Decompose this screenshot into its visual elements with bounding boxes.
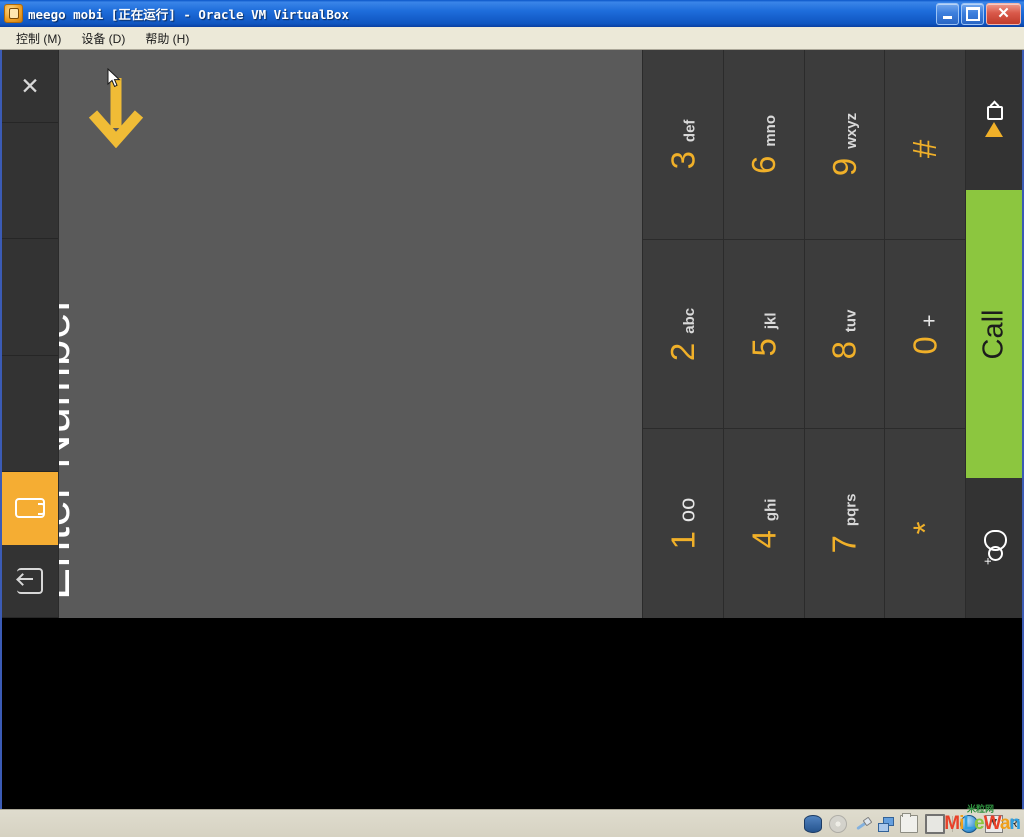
menu-devices[interactable]: 设备 (D)	[71, 28, 135, 49]
key-5[interactable]: 5 jkl	[723, 239, 804, 430]
window-title: meego mobi [正在运行] - Oracle VM VirtualBox	[28, 7, 349, 22]
globe-icon[interactable]	[959, 814, 978, 833]
key-8[interactable]: 8 tuv	[804, 239, 885, 430]
appbar-slot-2[interactable]	[2, 239, 58, 356]
host-key-icon[interactable]	[984, 814, 1003, 833]
key-letters: mno	[762, 114, 780, 147]
call-button-label: Call	[977, 309, 1010, 359]
maximize-icon	[965, 7, 980, 21]
appbar-slot-1[interactable]	[2, 123, 58, 240]
action-column: Call +	[965, 50, 1022, 618]
dialpad: 3 def 2 abc 1 oo 6 mno 5 jkl 4 ghi 9 wxy…	[642, 50, 965, 618]
key-letters: oo	[674, 497, 700, 523]
key-digit: 8	[825, 340, 863, 359]
key-letters: tuv	[842, 309, 860, 332]
host-key-label: Ri	[1009, 817, 1020, 830]
key-letters: pqrs	[842, 493, 860, 527]
number-entry-placeholder: Enter Number	[59, 295, 80, 600]
statusbar-divider	[951, 815, 953, 832]
dialer-icon	[15, 497, 45, 518]
guest-app-bar: ✕	[2, 50, 59, 618]
key-digit: *	[906, 521, 944, 535]
key-letters: def	[681, 119, 699, 142]
statusbar-icons: Ri	[803, 812, 1020, 834]
close-icon: ✕	[997, 4, 1010, 22]
guest-screen: ✕ Enter Number 3 def 2 abc 1 oo 6 mno 5 …	[2, 50, 1022, 618]
back-icon	[17, 567, 43, 594]
key-hash[interactable]: #	[885, 50, 965, 240]
add-contact-icon: +	[980, 530, 1007, 565]
key-letters: +	[916, 313, 942, 327]
video-call-icon	[983, 103, 1005, 137]
key-3[interactable]: 3 def	[643, 50, 723, 240]
key-digit: 5	[745, 337, 783, 357]
dialpad-column-4: # 0 + *	[885, 50, 965, 618]
key-2[interactable]: 2 abc	[643, 239, 723, 430]
add-contact-button[interactable]: +	[966, 478, 1022, 618]
number-entry-field[interactable]: Enter Number	[59, 50, 642, 618]
key-4[interactable]: 4 ghi	[723, 429, 804, 618]
vm-viewport[interactable]: ✕ Enter Number 3 def 2 abc 1 oo 6 mno 5 …	[0, 50, 1024, 809]
dialpad-column-2: 6 mno 5 jkl 4 ghi	[723, 50, 805, 618]
key-digit: 3	[664, 150, 702, 170]
key-letters: jkl	[762, 311, 780, 329]
dialpad-column-1: 3 def 2 abc 1 oo	[643, 50, 724, 618]
vm-statusbar: Ri 米粒网 MiLeWan	[0, 804, 1024, 837]
display-icon[interactable]	[924, 813, 945, 834]
mouse-cursor	[107, 68, 121, 88]
key-digit: 9	[825, 157, 863, 176]
key-digit: #	[906, 139, 944, 159]
key-0[interactable]: 0 +	[885, 239, 965, 430]
key-star[interactable]: *	[885, 429, 965, 618]
hard-disk-icon[interactable]	[803, 814, 822, 833]
window-titlebar[interactable]: meego mobi [正在运行] - Oracle VM VirtualBox…	[0, 0, 1024, 27]
guest-letterbox	[2, 618, 1022, 809]
close-icon: ✕	[20, 72, 40, 99]
network-icon[interactable]	[877, 816, 894, 832]
cd-icon[interactable]	[828, 814, 847, 833]
key-1[interactable]: 1 oo	[643, 429, 723, 618]
minimize-button[interactable]	[936, 3, 959, 25]
video-call-button[interactable]	[966, 50, 1022, 190]
key-digit: 6	[745, 155, 783, 174]
appbar-close[interactable]: ✕	[2, 50, 58, 124]
key-letters: abc	[681, 307, 699, 334]
appbar-slot-3[interactable]	[2, 356, 58, 472]
key-digit: 4	[745, 530, 783, 549]
key-letters: wxyz	[842, 112, 860, 149]
key-6[interactable]: 6 mno	[723, 50, 804, 240]
usb-icon[interactable]	[854, 816, 870, 832]
key-digit: 1	[664, 531, 702, 550]
window-controls: ✕	[936, 3, 1021, 25]
dialpad-column-3: 9 wxyz 8 tuv 7 pqrs	[804, 50, 886, 618]
key-9[interactable]: 9 wxyz	[804, 50, 885, 240]
virtualbox-window: meego mobi [正在运行] - Oracle VM VirtualBox…	[0, 0, 1024, 837]
menu-help[interactable]: 帮助 (H)	[135, 28, 199, 49]
key-digit: 0	[906, 335, 944, 355]
minimize-icon	[943, 16, 952, 19]
virtualbox-icon	[4, 4, 23, 23]
key-letters: ghi	[762, 498, 780, 522]
key-digit: 2	[664, 342, 702, 361]
close-button[interactable]: ✕	[986, 3, 1021, 25]
appbar-back[interactable]	[2, 545, 58, 618]
appbar-dialer[interactable]	[2, 471, 58, 545]
call-button[interactable]: Call	[966, 190, 1022, 478]
maximize-button[interactable]	[961, 3, 984, 25]
key-7[interactable]: 7 pqrs	[804, 429, 885, 618]
menu-control[interactable]: 控制 (M)	[6, 28, 71, 49]
menubar: 控制 (M) 设备 (D) 帮助 (H)	[0, 27, 1024, 50]
key-digit: 7	[825, 535, 863, 554]
shared-folder-icon[interactable]	[899, 812, 918, 833]
